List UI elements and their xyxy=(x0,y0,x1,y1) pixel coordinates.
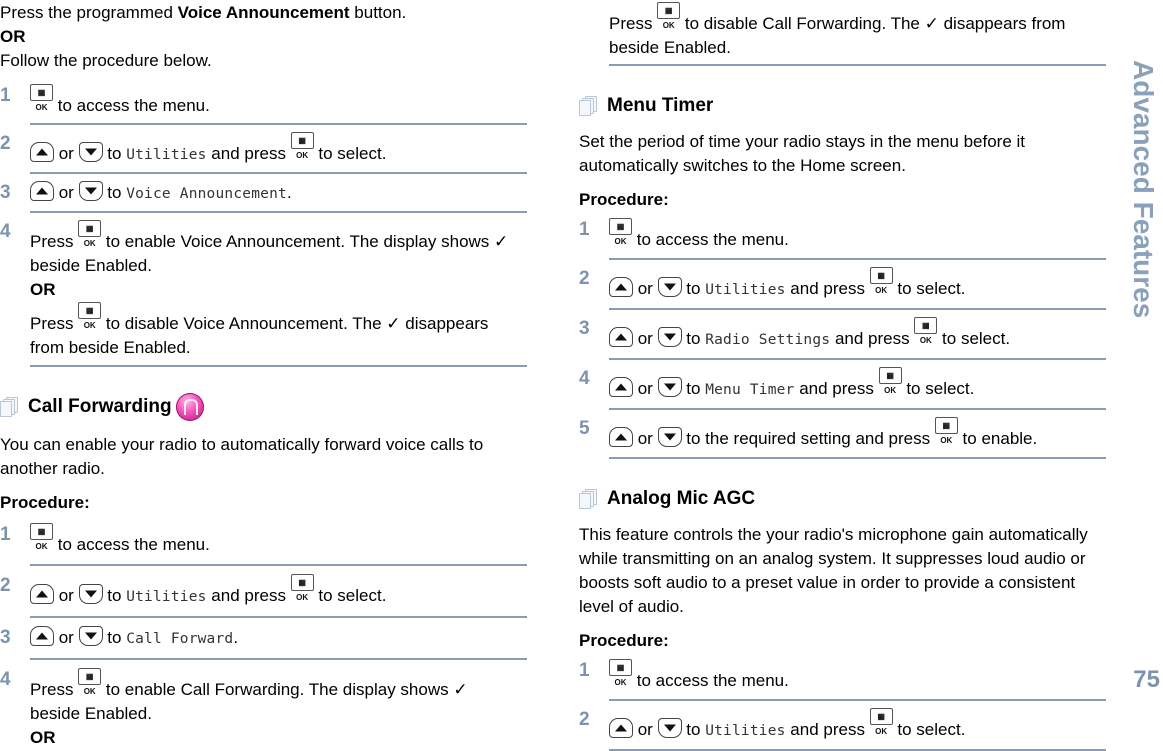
document-stack-icon xyxy=(579,96,597,116)
mt-step-5: 5 or to the required setting and press ▦… xyxy=(579,417,1038,448)
up-arrow-key-icon xyxy=(609,427,633,447)
up-arrow-key-icon xyxy=(609,718,633,738)
menu-ok-key-icon: ▦ OK xyxy=(878,367,902,395)
voice-announcement-button-label: Voice Announcement xyxy=(177,3,350,22)
divider xyxy=(30,616,527,618)
menu-ok-key-icon: ▦ OK xyxy=(869,267,893,295)
divider xyxy=(30,211,527,213)
va-step-1: 1 ▦ OK to access the menu. xyxy=(0,84,210,115)
check-icon: ✓ xyxy=(924,14,939,33)
divider xyxy=(609,457,1106,459)
menu-ok-key-icon: ▦ OK xyxy=(78,302,102,330)
up-arrow-key-icon xyxy=(30,181,54,201)
up-arrow-key-icon xyxy=(30,584,54,604)
down-arrow-key-icon xyxy=(657,377,682,397)
repeater-mode-icon xyxy=(175,393,204,421)
analog-mic-agc-description: This feature controls the your radio's m… xyxy=(579,525,1088,616)
section-heading-analog-mic-agc: Analog Mic AGC xyxy=(579,485,1106,513)
menu-item-call-forward: Call Forward xyxy=(126,631,234,647)
right-column: Press ▦ OK to disable Call Forwarding. T… xyxy=(579,0,1106,751)
menu-timer-description: Set the period of time your radio stays … xyxy=(579,132,1026,175)
agc-step-2: 2 or to Utilities and press ▦ OK to sele… xyxy=(579,708,966,739)
menu-ok-key-icon: ▦ OK xyxy=(290,574,314,602)
menu-item-utilities: Utilities xyxy=(126,147,207,163)
mt-step-2: 2 or to Utilities and press ▦ OK to sele… xyxy=(579,267,966,298)
chapter-side-tab: Advanced Features xyxy=(1128,60,1159,319)
mt-step-4: 4 or to Menu Timer and press ▦ OK to sel… xyxy=(579,367,975,398)
agc-step-1: 1 ▦ OK to access the menu. xyxy=(579,659,789,690)
procedure-label: Procedure: xyxy=(579,631,669,650)
down-arrow-key-icon xyxy=(657,427,682,447)
down-arrow-key-icon xyxy=(78,142,103,162)
check-icon: ✓ xyxy=(453,680,468,699)
page-number: 75 xyxy=(1133,666,1160,693)
mt-step-1: 1 ▦ OK to access the menu. xyxy=(579,218,789,249)
menu-item-utilities: Utilities xyxy=(705,723,786,739)
up-arrow-key-icon xyxy=(30,142,54,162)
document-stack-icon xyxy=(0,397,18,417)
menu-ok-key-icon: ▦ OK xyxy=(609,218,632,246)
menu-item-radio-settings: Radio Settings xyxy=(705,332,831,348)
check-icon: ✓ xyxy=(386,314,401,333)
document-stack-icon xyxy=(579,489,597,509)
divider xyxy=(30,123,527,125)
up-arrow-key-icon xyxy=(609,327,633,347)
or-label: OR xyxy=(0,27,26,46)
menu-item-menu-timer: Menu Timer xyxy=(705,382,795,398)
menu-ok-key-icon: ▦ OK xyxy=(609,659,632,687)
mt-step-3: 3 or to Radio Settings and press ▦ OK to… xyxy=(579,317,1011,348)
down-arrow-key-icon xyxy=(657,718,682,738)
divider xyxy=(30,172,527,174)
cf-step-4: 4 Press ▦ OK to enable Call Forwarding. … xyxy=(0,668,468,747)
menu-item-utilities: Utilities xyxy=(126,589,207,605)
divider xyxy=(609,64,1106,66)
menu-ok-key-icon: ▦ OK xyxy=(30,84,53,112)
left-column: Press the programmed Voice Announcement … xyxy=(0,0,527,750)
down-arrow-key-icon xyxy=(78,181,103,201)
up-arrow-key-icon xyxy=(609,377,633,397)
section-heading-call-forwarding: Call Forwarding xyxy=(0,393,527,421)
va-step-4: 4 Press ▦ OK to enable Voice Announcemen… xyxy=(0,220,509,357)
cf-step-1: 1 ▦ OK to access the menu. xyxy=(0,523,210,554)
procedure-label: Procedure: xyxy=(579,190,669,209)
down-arrow-key-icon xyxy=(78,584,103,604)
divider xyxy=(609,308,1106,310)
divider xyxy=(609,258,1106,260)
cf-step-3: 3 or to Call Forward. xyxy=(0,626,239,648)
menu-ok-key-icon: ▦ OK xyxy=(934,417,958,445)
up-arrow-key-icon xyxy=(609,277,633,297)
down-arrow-key-icon xyxy=(657,277,682,297)
check-icon: ✓ xyxy=(494,232,509,251)
va-step-3: 3 or to Voice Announcement. xyxy=(0,181,292,203)
section-heading-menu-timer: Menu Timer xyxy=(579,92,1106,120)
menu-ok-key-icon: ▦ OK xyxy=(30,523,53,551)
divider xyxy=(609,699,1106,701)
cf-step-4-continued: Press ▦ OK to disable Call Forwarding. T… xyxy=(579,2,1106,60)
menu-ok-key-icon: ▦ OK xyxy=(869,708,893,736)
divider xyxy=(30,365,527,367)
follow-line: Follow the procedure below. xyxy=(0,51,212,70)
menu-ok-key-icon: ▦ OK xyxy=(914,317,938,345)
procedure-label: Procedure: xyxy=(0,493,90,512)
divider xyxy=(30,564,527,566)
menu-ok-key-icon: ▦ OK xyxy=(78,220,102,248)
menu-item-utilities: Utilities xyxy=(705,282,786,298)
down-arrow-key-icon xyxy=(657,327,682,347)
up-arrow-key-icon xyxy=(30,626,54,646)
cf-step-2: 2 or to Utilities and press ▦ OK to sele… xyxy=(0,574,387,605)
divider xyxy=(30,658,527,660)
va-step-2: 2 or to Utilities and press ▦ OK to sele… xyxy=(0,132,387,163)
menu-ok-key-icon: ▦ OK xyxy=(290,132,314,160)
menu-ok-key-icon: ▦ OK xyxy=(78,668,102,696)
divider xyxy=(609,408,1106,410)
down-arrow-key-icon xyxy=(78,626,103,646)
menu-ok-key-icon: ▦ OK xyxy=(657,2,681,30)
intro-line: Press the programmed Voice Announcement … xyxy=(0,3,407,22)
call-forwarding-description: You can enable your radio to automatical… xyxy=(0,435,484,478)
menu-item-voice-announcement: Voice Announcement xyxy=(126,186,287,202)
divider xyxy=(609,358,1106,360)
